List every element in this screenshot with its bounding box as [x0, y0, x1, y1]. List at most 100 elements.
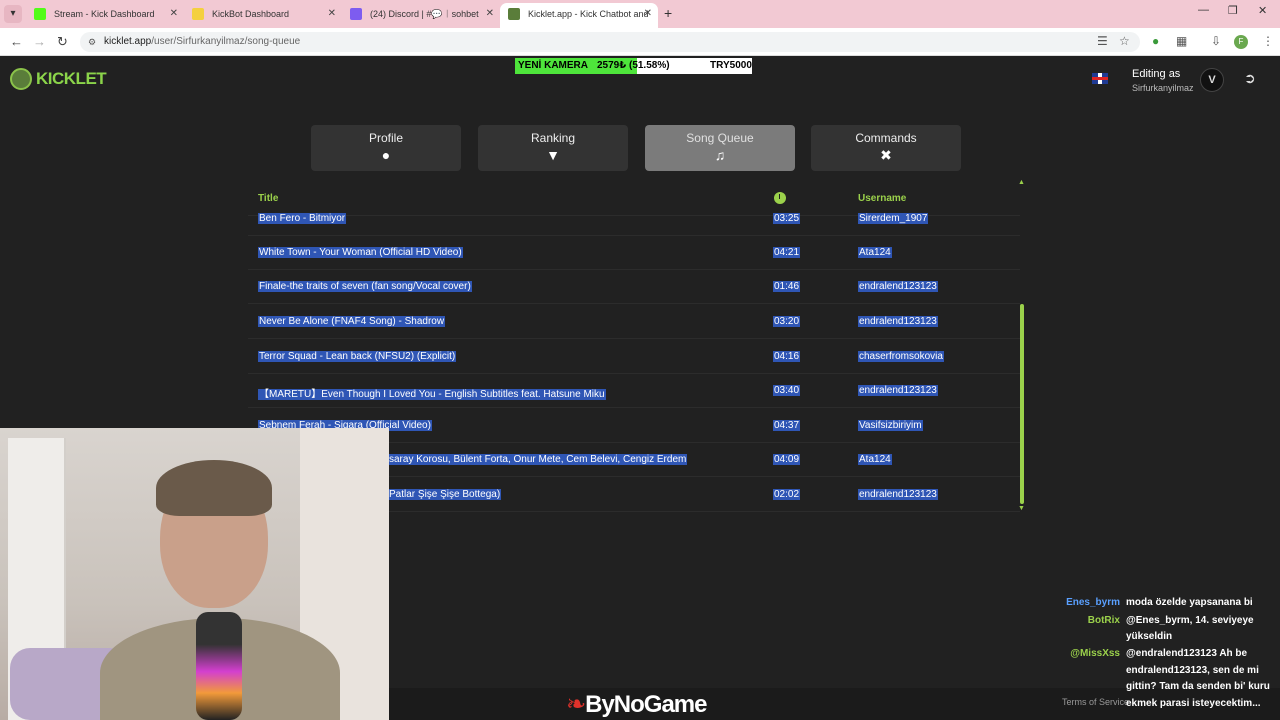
download-icon[interactable]: ⇩: [1211, 34, 1221, 48]
browser-tab-kick-dashboard[interactable]: Stream - Kick Dashboard ✕: [26, 3, 184, 28]
chat-username: Enes_byrm: [1066, 597, 1120, 608]
browser-tab-discord[interactable]: (24) Discord | #💬︱sohbet ✕: [342, 3, 500, 28]
song-duration: 03:20: [773, 316, 801, 327]
song-requester: endralend123123: [858, 385, 938, 396]
rgb-microphone: [196, 612, 242, 720]
logout-icon[interactable]: ➲: [1244, 70, 1256, 87]
song-requester: Ata124: [858, 247, 892, 258]
browser-tab-kicklet[interactable]: Kicklet.app - Kick Chatbot and ✕: [500, 3, 658, 28]
column-title[interactable]: Title: [258, 193, 278, 204]
kicklet-logo[interactable]: KICKLET: [10, 68, 110, 90]
extensions-puzzle-icon[interactable]: ▦: [1176, 34, 1187, 48]
song-requester: endralend123123: [858, 489, 938, 500]
chat-message-line: moda özelde yapsanana bi: [1126, 597, 1253, 608]
tools-icon: ✖: [880, 147, 892, 163]
browser-profile-avatar[interactable]: F: [1234, 35, 1248, 49]
nav-card-ranking[interactable]: Ranking ▼: [478, 125, 628, 171]
extension-kick-icon[interactable]: ●: [1152, 34, 1159, 48]
close-tab-icon[interactable]: ✕: [486, 3, 494, 25]
translate-icon[interactable]: ☰: [1097, 34, 1108, 48]
close-tab-icon[interactable]: ✕: [328, 3, 336, 25]
sponsor-mark-icon: ❧: [566, 691, 586, 718]
song-duration-text: 03:20: [773, 316, 801, 327]
table-row[interactable]: Never Be Alone (FNAF4 Song) - Shadrow 03…: [248, 305, 1020, 339]
goal-amount: 2579₺ (51.58%): [597, 60, 670, 71]
song-requester: Vasifsizbiriyim: [858, 420, 923, 431]
sponsor-name: ByNoGame: [585, 691, 707, 718]
bookmark-star-icon[interactable]: ☆: [1119, 34, 1130, 48]
close-tab-icon[interactable]: ✕: [644, 3, 652, 25]
song-title-text: Ben Fero - Bitmiyor: [258, 213, 347, 224]
song-title-text: Patlar Şişe Şişe Bottega): [388, 489, 502, 500]
kickbot-favicon-icon: [192, 8, 204, 20]
goal-target: TRY5000: [710, 60, 752, 71]
new-tab-icon[interactable]: +: [664, 5, 672, 21]
song-title: 【MARETU】Even Though I Loved You - Englis…: [258, 385, 606, 400]
nav-card-commands[interactable]: Commands ✖: [811, 125, 961, 171]
song-requester: chaserfromsokovia: [858, 351, 944, 362]
song-duration-text: 04:09: [773, 454, 801, 465]
donation-goal-banner: YENİ KAMERA 2579₺ (51.58%) TRY5000: [515, 58, 752, 74]
song-requester-text: endralend123123: [858, 489, 938, 500]
table-row[interactable]: White Town - Your Woman (Official HD Vid…: [248, 236, 1020, 270]
browser-menu-icon[interactable]: ⋮: [1262, 34, 1274, 48]
song-title-text: Terror Squad - Lean back (NFSU2) (Explic…: [258, 351, 457, 362]
table-row[interactable]: Ben Fero - Bitmiyor 03:25 Sirerdem_1907: [248, 207, 1020, 236]
editing-username: Sirfurkanyilmaz: [1132, 83, 1194, 93]
discord-favicon-icon: [350, 8, 362, 20]
url-domain: kicklet.app: [104, 36, 152, 47]
column-username[interactable]: Username: [858, 193, 906, 204]
brand-name: KICKLET: [36, 69, 107, 88]
browser-tab-kickbot[interactable]: KickBot Dashboard ✕: [184, 3, 342, 28]
nav-label: Profile: [368, 131, 403, 145]
song-title: White Town - Your Woman (Official HD Vid…: [258, 247, 463, 258]
song-title-text: saray Korosu, Bülent Forta, Onur Mete, C…: [388, 454, 688, 465]
nav-card-profile[interactable]: Profile ●: [311, 125, 461, 171]
site-info-icon[interactable]: ⚙: [88, 32, 96, 52]
close-tab-icon[interactable]: ✕: [170, 3, 178, 25]
song-duration: 03:40: [773, 385, 801, 396]
back-arrow-icon[interactable]: ←: [10, 34, 23, 49]
song-duration: 04:21: [773, 247, 801, 258]
reload-icon[interactable]: ↻: [57, 34, 68, 50]
song-requester-text: Vasifsizbiriyim: [858, 420, 923, 431]
table-row[interactable]: 【MARETU】Even Though I Loved You - Englis…: [248, 374, 1020, 408]
scroll-down-arrow-icon[interactable]: ▼: [1018, 505, 1025, 512]
nav-label: Ranking: [530, 131, 576, 145]
song-duration: 04:16: [773, 351, 801, 362]
nav-label: Commands: [855, 131, 917, 145]
uk-flag-language-icon[interactable]: [1092, 73, 1108, 84]
tab-search-button[interactable]: ▾: [4, 5, 22, 23]
song-title-text: 【MARETU】Even Though I Loved You - Englis…: [258, 389, 606, 400]
url-input[interactable]: ⚙ kicklet.app/user/Sirfurkanyilmaz/song-…: [80, 32, 1140, 52]
song-requester-text: Ata124: [858, 454, 892, 465]
chat-message-line: @endralend123123 Ah be: [1126, 648, 1248, 659]
song-title: Terror Squad - Lean back (NFSU2) (Explic…: [258, 351, 457, 362]
table-row[interactable]: Terror Squad - Lean back (NFSU2) (Explic…: [248, 340, 1020, 374]
restore-icon[interactable]: ❐: [1228, 4, 1238, 17]
url-path: /user/Sirfurkanyilmaz/song-queue: [151, 36, 301, 47]
song-duration-text: 04:37: [773, 420, 801, 431]
chat-username: @MissXss: [1070, 648, 1120, 659]
song-title-text: Never Be Alone (FNAF4 Song) - Shadrow: [258, 316, 446, 327]
kicklet-favicon-icon: [508, 8, 520, 20]
minimize-icon[interactable]: —: [1198, 4, 1209, 16]
tab-title: Kicklet.app - Kick Chatbot and: [528, 9, 649, 19]
clock-icon[interactable]: [774, 192, 786, 204]
playlist-music-icon: ♫: [714, 147, 726, 163]
nav-card-song-queue[interactable]: Song Queue ♫: [645, 125, 795, 171]
user-avatar[interactable]: V: [1200, 68, 1224, 92]
chat-message-line: @Enes_byrm, 14. seviyeye: [1126, 615, 1254, 626]
chat-message-line: endralend123123, sen de mi: [1126, 665, 1259, 676]
close-window-icon[interactable]: ✕: [1258, 4, 1267, 17]
song-duration: 04:09: [773, 454, 801, 465]
song-duration-text: 03:25: [773, 213, 801, 224]
terms-link[interactable]: Terms of Service: [1062, 697, 1129, 707]
tab-title: (24) Discord | #💬︱sohbet: [370, 9, 479, 19]
forward-arrow-icon[interactable]: →: [33, 34, 46, 49]
table-row[interactable]: Finale-the traits of seven (fan song/Voc…: [248, 270, 1020, 304]
scroll-up-arrow-icon[interactable]: ▲: [1018, 179, 1025, 186]
table-scrollbar-thumb[interactable]: [1020, 304, 1024, 504]
webcam-overlay: [0, 428, 389, 720]
song-title: Ben Fero - Bitmiyor: [258, 213, 347, 224]
